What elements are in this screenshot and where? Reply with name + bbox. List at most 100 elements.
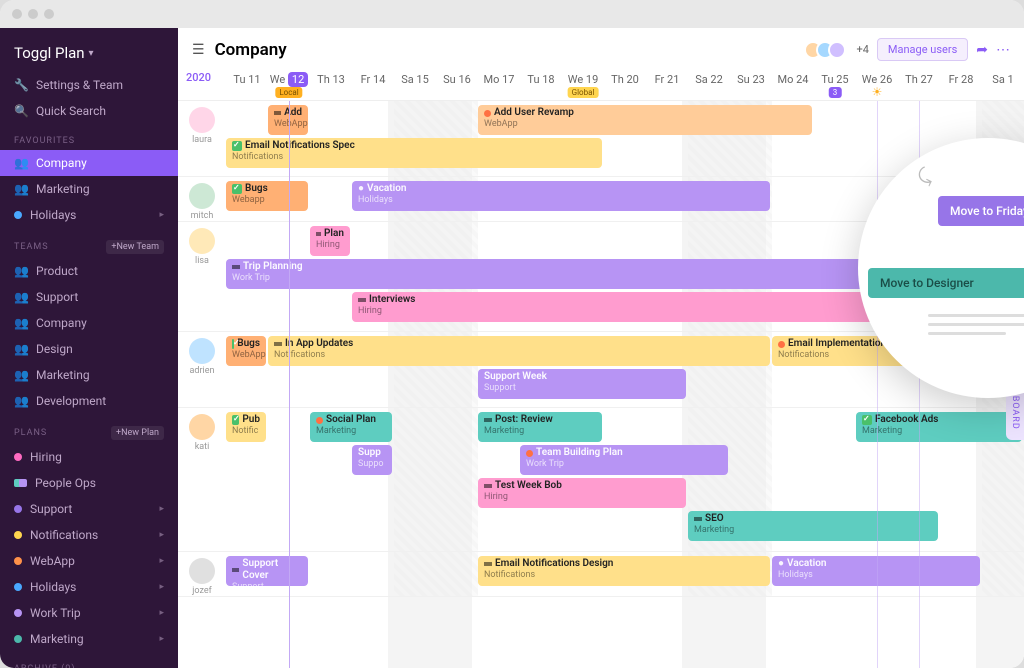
- sidebar-item-development[interactable]: 👥Development: [0, 388, 178, 414]
- brand-label: Toggl Plan: [14, 44, 85, 62]
- overlay-task-designer[interactable]: Move to Designer: [868, 268, 1024, 298]
- person-name: mitch: [191, 211, 214, 221]
- person-avatar[interactable]: adrien: [178, 332, 226, 407]
- settings-link[interactable]: 🔧 Settings & Team: [0, 72, 178, 98]
- sidebar-label: Company: [36, 156, 87, 170]
- task-bar[interactable]: Post: ReviewMarketing: [478, 412, 602, 442]
- task-bar[interactable]: Test Week BobHiring: [478, 478, 686, 508]
- task-title: Team Building Plan: [536, 447, 623, 459]
- task-bar[interactable]: ●VacationHolidays: [352, 181, 770, 211]
- person-name: kati: [195, 442, 210, 452]
- sidebar-item-work-trip[interactable]: Work Trip ▸: [0, 600, 178, 626]
- sidebar: Toggl Plan ▾ 🔧 Settings & Team 🔍 Quick S…: [0, 28, 178, 668]
- group-icon: 👥: [14, 290, 28, 304]
- task-bar[interactable]: BugsWebapp: [226, 181, 308, 211]
- sidebar-label: Work Trip: [30, 606, 81, 620]
- task-bar[interactable]: Add User RevampWebApp: [478, 105, 812, 135]
- new-team-button[interactable]: +New Team: [106, 240, 164, 254]
- task-bar[interactable]: SuppSuppo: [352, 445, 392, 475]
- sidebar-item-holidays[interactable]: Holidays▸: [0, 202, 178, 228]
- day-cell[interactable]: We 19Global: [562, 67, 604, 100]
- bars-icon: [316, 232, 321, 236]
- sidebar-item-marketing[interactable]: Marketing▸: [0, 626, 178, 652]
- overlay-task-friday[interactable]: Move to Friday: [938, 196, 1024, 226]
- day-cell[interactable]: Fr 14: [352, 67, 394, 100]
- sidebar-item-marketing[interactable]: 👥Marketing: [0, 176, 178, 202]
- task-bar[interactable]: AddWebApp: [268, 105, 308, 135]
- task-bar[interactable]: Support WeekSupport: [478, 369, 686, 399]
- task-bar[interactable]: Support CoverSupport: [226, 556, 308, 586]
- sidebar-item-company[interactable]: 👥Company: [0, 150, 178, 176]
- day-cell[interactable]: Su 16: [436, 67, 478, 100]
- task-bar[interactable]: Social PlanMarketing: [310, 412, 392, 442]
- day-cell[interactable]: Mo 17: [478, 67, 520, 100]
- sidebar-item-marketing[interactable]: 👥Marketing: [0, 362, 178, 388]
- day-cell[interactable]: Sa 1: [982, 67, 1024, 100]
- more-icon[interactable]: ⋯: [996, 42, 1010, 58]
- sidebar-item-webapp[interactable]: WebApp▸: [0, 548, 178, 574]
- search-link[interactable]: 🔍 Quick Search: [0, 98, 178, 124]
- day-cell[interactable]: Mo 24: [772, 67, 814, 100]
- person-avatar[interactable]: jozef: [178, 552, 226, 596]
- header: ☰ Company +4 Manage users ➦ ⋯: [178, 28, 1024, 67]
- count-marker: 3: [829, 87, 842, 98]
- member-avatars[interactable]: [810, 41, 846, 59]
- day-cell[interactable]: Sa 15: [394, 67, 436, 100]
- traffic-dot[interactable]: [28, 9, 38, 19]
- sidebar-item-notifications[interactable]: Notifications▸: [0, 522, 178, 548]
- marker-line: [877, 101, 878, 668]
- day-cell[interactable]: Tu 18: [520, 67, 562, 100]
- task-bar[interactable]: Email Notifications DesignNotifications: [478, 556, 770, 586]
- new-plan-button[interactable]: +New Plan: [111, 426, 164, 440]
- traffic-dot[interactable]: [44, 9, 54, 19]
- person-avatar[interactable]: mitch: [178, 177, 226, 221]
- share-icon[interactable]: ➦: [976, 42, 988, 58]
- task-bar[interactable]: In App UpdatesNotifications: [268, 336, 770, 366]
- day-cell[interactable]: Th 27: [898, 67, 940, 100]
- global-marker: Global: [568, 87, 599, 98]
- task-bar[interactable]: BugsWebApp: [226, 336, 266, 366]
- bars-icon: [484, 562, 492, 566]
- sidebar-item-holidays[interactable]: Holidays▸: [0, 574, 178, 600]
- plans-heading: PLANS +New Plan: [0, 414, 178, 444]
- lanes[interactable]: Support CoverSupport Email Notifications …: [226, 552, 1024, 596]
- brand-switcher[interactable]: Toggl Plan ▾: [0, 40, 178, 72]
- person-avatar[interactable]: lisa: [178, 222, 226, 331]
- manage-users-button[interactable]: Manage users: [877, 38, 968, 61]
- task-subtitle: Hiring: [316, 240, 344, 251]
- person-avatar[interactable]: laura: [178, 101, 226, 176]
- traffic-dot[interactable]: [12, 9, 22, 19]
- task-bar[interactable]: Email Notifications SpecNotifications: [226, 138, 602, 168]
- person-avatar[interactable]: kati: [178, 408, 226, 551]
- day-cell[interactable]: Fr 28: [940, 67, 982, 100]
- task-bar[interactable]: PlanHiring: [310, 226, 350, 256]
- day-label: Tu 18: [527, 73, 554, 86]
- sidebar-item-support[interactable]: Support▸: [0, 496, 178, 522]
- lanes[interactable]: PubNotific Social PlanMarketing Post: Revi…: [226, 408, 1024, 551]
- task-bar[interactable]: Team Building PlanWork Trip: [520, 445, 728, 475]
- sidebar-item-hiring[interactable]: Hiring: [0, 444, 178, 470]
- chevron-right-icon: ▸: [159, 608, 164, 618]
- task-bar[interactable]: ●VacationHolidays: [772, 556, 980, 586]
- task-bar[interactable]: PubNotific: [226, 412, 266, 442]
- day-cell[interactable]: Th 20: [604, 67, 646, 100]
- day-cell[interactable]: We 12Local: [268, 67, 310, 100]
- day-cell[interactable]: Th 13: [310, 67, 352, 100]
- sidebar-item-support[interactable]: 👥Support: [0, 284, 178, 310]
- task-subtitle: WebApp: [274, 119, 302, 130]
- day-cell[interactable]: Tu 253: [814, 67, 856, 100]
- day-cell[interactable]: Su 23: [730, 67, 772, 100]
- day-cell[interactable]: Fr 21: [646, 67, 688, 100]
- lanes[interactable]: AddWebApp Add User RevampWebAppEmail Noti…: [226, 101, 1024, 176]
- sidebar-item-people-ops[interactable]: People Ops: [0, 470, 178, 496]
- day-cell[interactable]: Sa 22: [688, 67, 730, 100]
- day-cell[interactable]: Tu 11: [226, 67, 268, 100]
- sidebar-item-company[interactable]: 👥Company: [0, 310, 178, 336]
- day-cell[interactable]: We 26☀: [856, 67, 898, 100]
- task-bar[interactable]: Facebook AdsMarketing: [856, 412, 1022, 442]
- task-bar[interactable]: SEOMarketing: [688, 511, 938, 541]
- sidebar-item-design[interactable]: 👥Design: [0, 336, 178, 362]
- menu-icon[interactable]: ☰: [192, 42, 205, 58]
- year-label[interactable]: 2020: [186, 71, 211, 84]
- sidebar-item-product[interactable]: 👥Product: [0, 258, 178, 284]
